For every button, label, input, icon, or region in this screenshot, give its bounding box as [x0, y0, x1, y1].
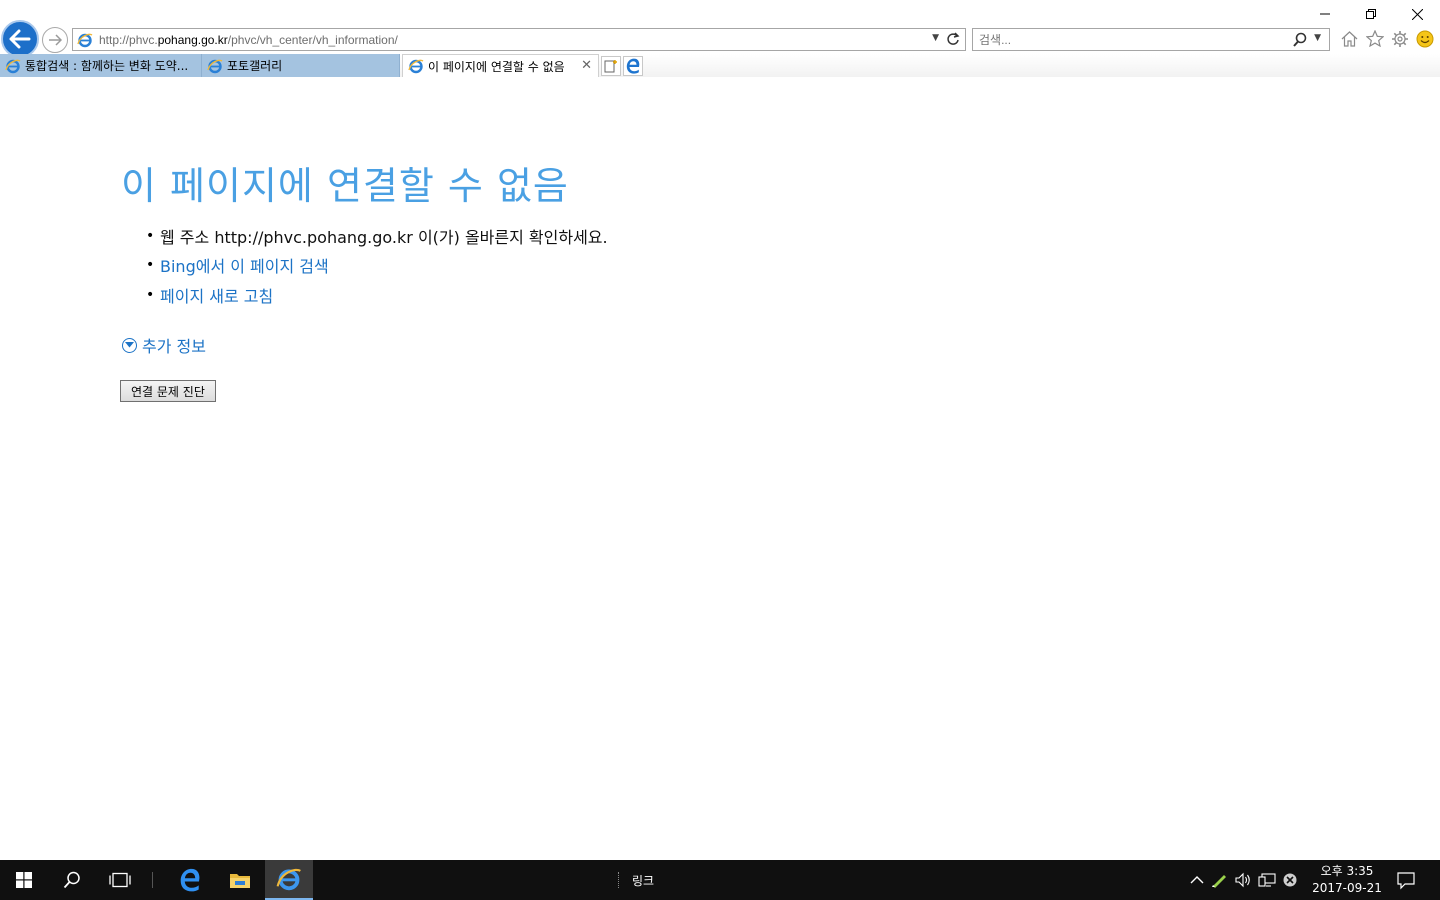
tab-label: 이 페이지에 연결할 수 없음 — [428, 59, 565, 74]
star-icon — [1365, 30, 1384, 47]
ie-icon — [276, 868, 301, 891]
clock-date: 2017-09-21 — [1312, 881, 1382, 895]
error-badge-icon[interactable] — [1282, 872, 1298, 888]
volume-icon[interactable] — [1234, 872, 1252, 888]
edge-icon — [180, 868, 200, 892]
ie-favicon-icon — [408, 59, 424, 74]
new-tab-icon — [604, 60, 617, 73]
feedback-button[interactable] — [1415, 29, 1434, 48]
clock-time: 오후 3:35 — [1320, 864, 1374, 878]
edge-icon — [626, 58, 640, 74]
ie-favicon-icon — [77, 33, 93, 47]
forward-arrow-icon — [49, 34, 62, 46]
home-button[interactable] — [1340, 29, 1359, 48]
check-url-text: 웹 주소 http://phvc.pohang.go.kr 이(가) 올바른지 … — [160, 227, 608, 247]
network-icon[interactable] — [1258, 872, 1276, 888]
browser-toolbar: http://phvc.pohang.go.kr/phvc/vh_center/… — [0, 0, 1440, 58]
address-dropdown-icon[interactable]: ▼ — [932, 33, 939, 43]
close-window-button[interactable] — [1394, 0, 1440, 28]
taskbar-clock[interactable]: 오후 3:35 2017-09-21 — [1308, 863, 1386, 897]
close-tab-icon[interactable]: ✕ — [581, 58, 592, 73]
taskbar: 링크 오후 3:35 2017-09-21 — [0, 860, 1440, 900]
refresh-page-link[interactable]: 페이지 새로 고침 — [160, 283, 273, 307]
ie-favicon-icon — [207, 59, 223, 73]
home-icon — [1341, 30, 1358, 47]
taskbar-internet-explorer[interactable] — [265, 860, 313, 900]
back-button[interactable] — [1, 20, 39, 58]
chevron-up-icon[interactable] — [1190, 875, 1204, 885]
tab-photo-gallery[interactable]: 포토갤러리 — [202, 54, 400, 77]
close-icon — [1411, 8, 1423, 20]
tab-connection-error[interactable]: 이 페이지에 연결할 수 없음 ✕ — [402, 54, 599, 77]
toolbar-icons — [1340, 29, 1434, 48]
windows-logo-icon — [16, 872, 32, 888]
new-tab-button[interactable] — [601, 56, 621, 76]
links-toolbar-label[interactable]: 링크 — [632, 872, 654, 889]
page-content: 이 페이지에 연결할 수 없음 • 웹 주소 http://phvc.pohan… — [0, 77, 1440, 860]
tab-search-results[interactable]: 통합검색 : 함께하는 변화 도약... — [0, 54, 202, 77]
task-view-icon — [109, 872, 131, 888]
window-controls — [1302, 0, 1440, 28]
taskbar-divider — [152, 872, 153, 888]
search-icon — [63, 871, 80, 889]
smiley-icon — [1416, 30, 1433, 47]
tab-label: 통합검색 : 함께하는 변화 도약... — [25, 59, 189, 73]
open-in-edge-button[interactable] — [623, 56, 643, 76]
address-bar[interactable]: http://phvc.pohang.go.kr/phvc/vh_center/… — [72, 28, 966, 51]
folder-icon — [230, 874, 250, 888]
favorites-button[interactable] — [1365, 29, 1384, 48]
pen-icon[interactable] — [1210, 872, 1228, 888]
list-item: • Bing에서 이 페이지 검색 — [146, 251, 608, 281]
tab-label: 포토갤러리 — [227, 59, 283, 73]
forward-button[interactable] — [42, 27, 68, 53]
page-title: 이 페이지에 연결할 수 없음 — [121, 164, 569, 208]
list-item: • 페이지 새로 고침 — [146, 280, 608, 310]
search-input[interactable] — [979, 30, 1279, 49]
system-tray — [1190, 860, 1298, 900]
bullet: • — [146, 257, 155, 274]
notification-icon[interactable] — [1396, 870, 1416, 890]
back-arrow-icon — [9, 29, 31, 49]
url-domain: pohang.go.kr — [157, 32, 228, 47]
restore-button[interactable] — [1348, 0, 1394, 28]
restore-icon — [1366, 9, 1376, 19]
start-button[interactable] — [0, 860, 48, 900]
toolbar-separator — [618, 872, 620, 888]
search-icon[interactable] — [1293, 32, 1307, 47]
list-item: • 웹 주소 http://phvc.pohang.go.kr 이(가) 올바른… — [146, 221, 608, 251]
gear-icon — [1391, 30, 1408, 47]
minimize-icon — [1320, 13, 1330, 15]
more-info-label: 추가 정보 — [142, 337, 206, 356]
more-info-toggle[interactable]: 추가 정보 — [122, 333, 206, 357]
taskbar-edge[interactable] — [166, 860, 214, 900]
taskbar-file-explorer[interactable] — [216, 860, 264, 900]
search-button[interactable] — [48, 860, 96, 900]
tab-bar: 통합검색 : 함께하는 변화 도약... 포토갤러리 이 페이지에 연결할 수 … — [0, 54, 1440, 77]
bing-search-link[interactable]: Bing에서 이 페이지 검색 — [160, 253, 329, 277]
chevron-down-icon — [122, 337, 137, 353]
bullet: • — [146, 286, 155, 303]
bullet: • — [146, 227, 155, 244]
refresh-icon[interactable] — [946, 31, 960, 47]
search-dropdown-icon[interactable]: ▼ — [1314, 33, 1321, 43]
search-box[interactable]: ▼ — [972, 28, 1330, 51]
suggestion-list: • 웹 주소 http://phvc.pohang.go.kr 이(가) 올바른… — [146, 221, 608, 310]
minimize-button[interactable] — [1302, 0, 1348, 28]
diagnose-connection-button[interactable]: 연결 문제 진단 — [120, 380, 216, 402]
url-text: http://phvc.pohang.go.kr/phvc/vh_center/… — [99, 32, 398, 47]
settings-button[interactable] — [1390, 29, 1409, 48]
task-view-button[interactable] — [96, 860, 144, 900]
ie-favicon-icon — [5, 59, 21, 73]
